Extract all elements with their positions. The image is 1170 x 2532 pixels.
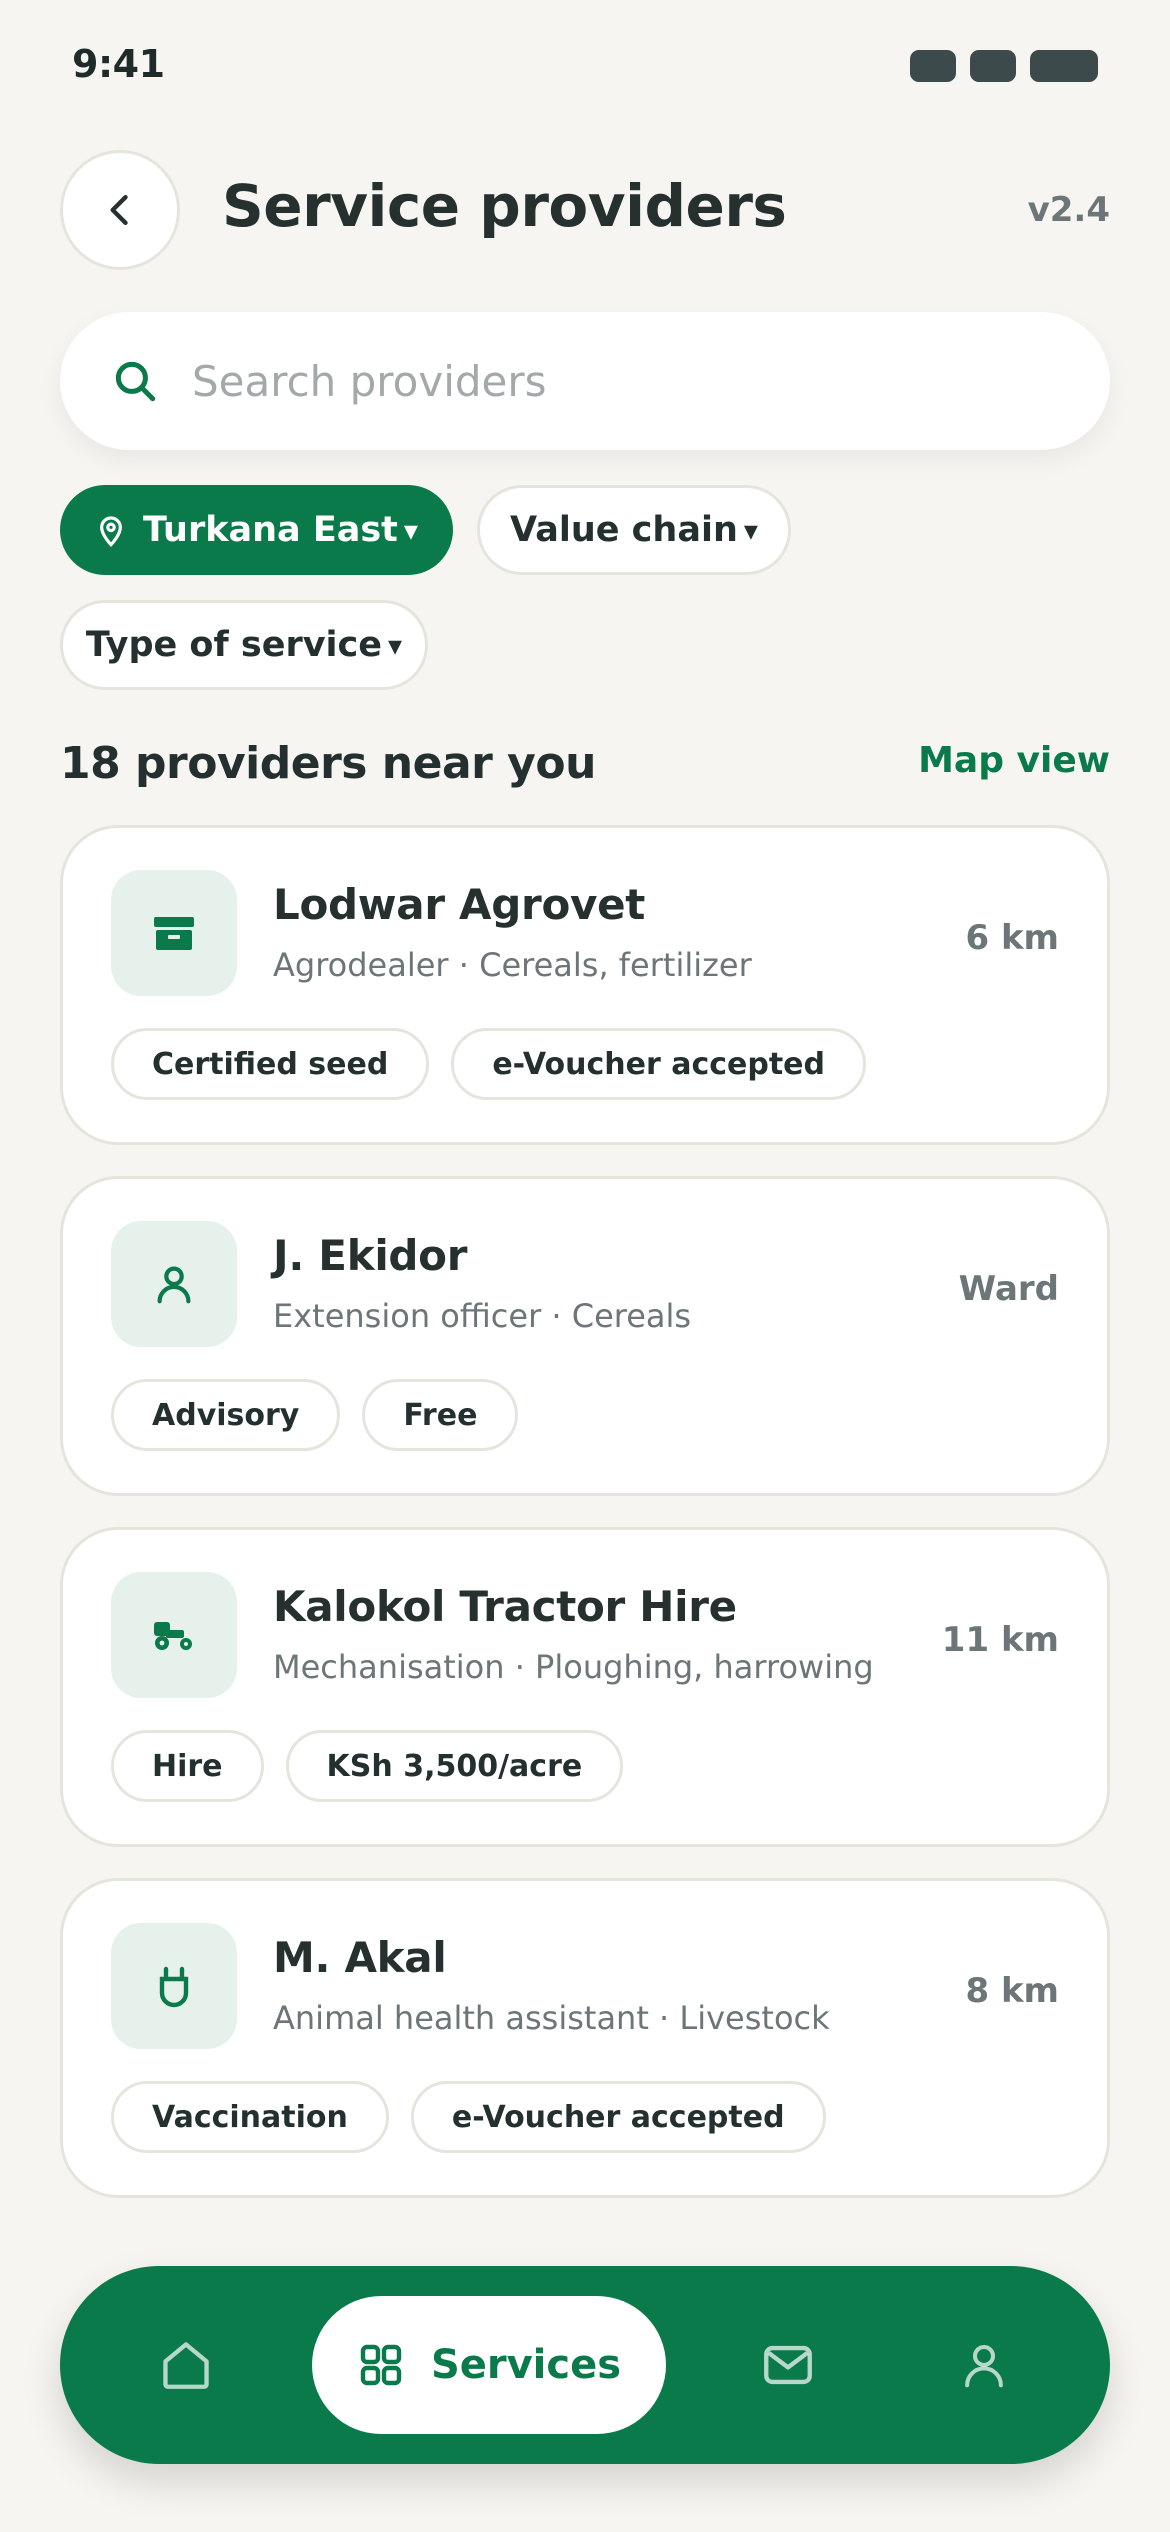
provider-name: M. Akal: [273, 1933, 447, 1982]
provider-distance: 8 km: [965, 1971, 1059, 2011]
battery-icon: [1030, 50, 1098, 82]
provider-tag: KSh 3,500/acre: [285, 1730, 624, 1802]
search-bar[interactable]: [60, 312, 1110, 450]
grid-icon: [360, 2344, 402, 2386]
home-icon: [163, 2342, 209, 2389]
provider-meta: Animal health assistant · Livestock: [273, 1999, 830, 2037]
chevron-down-icon: ▾: [743, 513, 758, 547]
screen: 9:41 Service providers v2.4 Turkana East…: [0, 0, 1170, 2532]
provider-tags: Advisory Free: [111, 1379, 519, 1451]
livestock-icon: [159, 1966, 189, 2008]
profile-icon: [965, 2344, 1003, 2388]
provider-tags: Hire KSh 3,500/acre: [111, 1730, 624, 1802]
provider-avatar: [111, 1923, 237, 2049]
back-button[interactable]: [60, 150, 180, 270]
provider-meta: Mechanisation · Ploughing, harrowing: [273, 1648, 874, 1686]
filter-chip-label: Value chain: [510, 510, 738, 550]
person-icon: [157, 1266, 191, 1304]
provider-tag: Advisory: [111, 1379, 341, 1451]
provider-distance: 6 km: [965, 918, 1059, 958]
provider-card[interactable]: Kalokol Tractor Hire Mechanisation · Plo…: [60, 1527, 1110, 1847]
nav-home[interactable]: [126, 2266, 246, 2464]
provider-name: J. Ekidor: [273, 1231, 468, 1280]
version-label: v2.4: [1027, 190, 1110, 230]
provider-tag: e-Voucher accepted: [410, 2081, 826, 2153]
nav-profile[interactable]: [924, 2266, 1044, 2464]
status-time: 9:41: [72, 42, 165, 86]
filter-chip-location[interactable]: Turkana East ▾: [60, 485, 453, 575]
provider-meta: Agrodealer · Cereals, fertilizer: [273, 946, 752, 984]
filter-chip-label: Type of service: [85, 625, 383, 665]
wifi-icon: [970, 50, 1016, 82]
provider-tags: Certified seed e-Voucher accepted: [111, 1028, 866, 1100]
provider-card[interactable]: Lodwar Agrovet Agrodealer · Cereals, fer…: [60, 825, 1110, 1145]
chevron-left-icon: [110, 194, 128, 226]
tractor-icon: [154, 1622, 192, 1650]
provider-distance: Ward: [958, 1269, 1059, 1309]
nav-services[interactable]: Services: [312, 2296, 666, 2434]
bottom-nav: Services: [60, 2266, 1110, 2464]
provider-meta: Extension officer · Cereals: [273, 1297, 692, 1335]
signal-icon: [910, 50, 956, 82]
provider-avatar: [111, 870, 237, 996]
provider-tag: Certified seed: [111, 1028, 430, 1100]
results-count: 18 providers near you: [60, 738, 596, 789]
filter-chip-label: Turkana East: [143, 510, 398, 550]
provider-card[interactable]: J. Ekidor Extension officer · Cereals Wa…: [60, 1176, 1110, 1496]
provider-name: Lodwar Agrovet: [273, 880, 646, 929]
provider-tag: Free: [362, 1379, 519, 1451]
search-input[interactable]: [192, 356, 1042, 406]
nav-messages[interactable]: [728, 2266, 848, 2464]
status-icons: [910, 50, 1098, 82]
map-view-link[interactable]: Map view: [918, 740, 1110, 781]
provider-distance: 11 km: [941, 1620, 1059, 1660]
provider-tag: Vaccination: [111, 2081, 389, 2153]
store-icon: [154, 917, 194, 950]
search-icon: [115, 361, 156, 402]
provider-avatar: [111, 1221, 237, 1347]
filter-chip-value-chain[interactable]: Value chain ▾: [477, 485, 791, 575]
provider-tag: Hire: [111, 1730, 264, 1802]
provider-name: Kalokol Tractor Hire: [273, 1582, 737, 1631]
chevron-down-icon: ▾: [388, 628, 403, 662]
provider-tag: e-Voucher accepted: [451, 1028, 866, 1100]
provider-card[interactable]: M. Akal Animal health assistant · Livest…: [60, 1878, 1110, 2198]
location-pin-icon: [95, 512, 127, 548]
page-title: Service providers: [222, 172, 787, 240]
filter-chip-service-type[interactable]: Type of service ▾: [60, 600, 428, 690]
provider-avatar: [111, 1572, 237, 1698]
provider-tags: Vaccination e-Voucher accepted: [111, 2081, 826, 2153]
mail-icon: [764, 2345, 812, 2385]
chevron-down-icon: ▾: [403, 513, 418, 547]
nav-services-label: Services: [430, 2342, 622, 2388]
